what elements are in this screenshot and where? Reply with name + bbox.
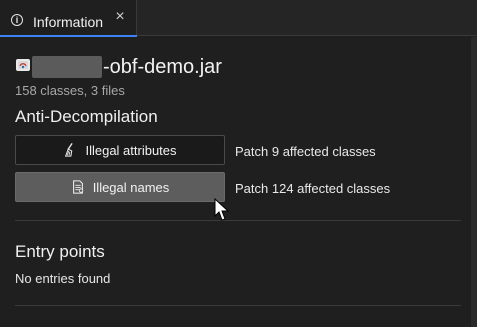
illegal-attributes-label: Illegal attributes [85, 142, 177, 158]
information-panel: -obf-demo.jar 158 classes, 3 files Anti-… [0, 37, 477, 327]
illegal-names-label: Illegal names [92, 179, 170, 195]
entry-points-title: Entry points [15, 242, 105, 261]
mouse-cursor-icon [214, 198, 230, 221]
file-name-row: -obf-demo.jar [32, 54, 222, 80]
tab-information[interactable]: i Information × [0, 0, 137, 37]
bottom-divider [15, 305, 461, 306]
info-icon: i [11, 14, 23, 26]
tab-label: Information [33, 14, 104, 30]
broom-icon [65, 143, 73, 157]
redacted-name [32, 56, 102, 78]
illegal-attributes-note: Patch 9 affected classes [235, 144, 376, 159]
tab-bar: i Information × [0, 0, 477, 37]
jar-icon [16, 59, 30, 71]
entry-points-empty: No entries found [15, 271, 111, 286]
illegal-names-button[interactable]: Illegal names [15, 172, 225, 202]
scrollbar[interactable] [471, 37, 477, 327]
file-meta: 158 classes, 3 files [15, 83, 125, 98]
close-icon[interactable]: × [113, 9, 127, 25]
section-divider [15, 220, 461, 221]
anti-decompilation-title: Anti-Decompilation [15, 107, 158, 126]
illegal-names-note: Patch 124 affected classes [235, 181, 391, 196]
illegal-attributes-button[interactable]: Illegal attributes [15, 135, 225, 165]
window: i Information × -obf-demo.jar 158 classe… [0, 0, 477, 327]
file-name: -obf-demo.jar [103, 55, 222, 78]
document-gear-icon [72, 180, 83, 194]
